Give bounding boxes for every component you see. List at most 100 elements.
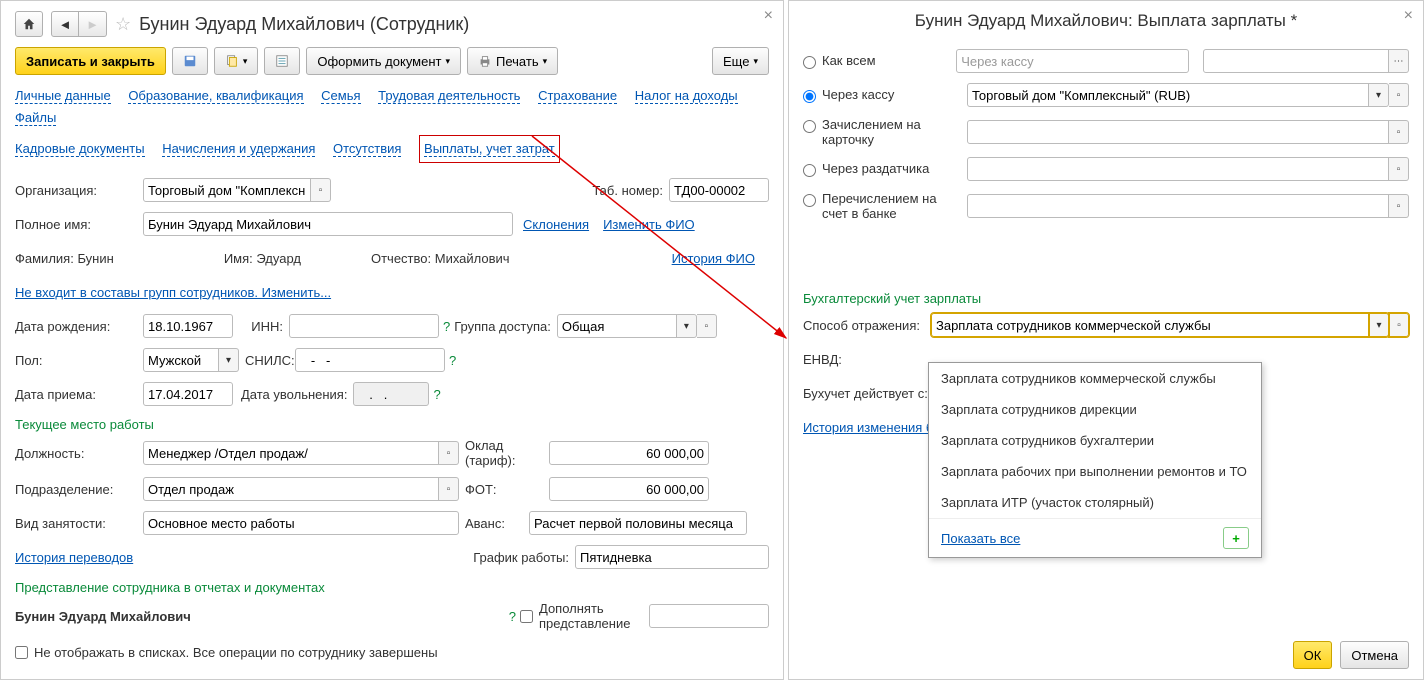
reflect-dropdown[interactable]: Зарплата сотрудников коммерческой службы… (928, 362, 1262, 558)
nav-files[interactable]: Файлы (15, 110, 56, 126)
radio-card[interactable]: Зачислением на карточку (803, 117, 953, 147)
open-icon[interactable]: ▫ (1389, 194, 1409, 218)
distributor-input[interactable] (967, 157, 1389, 181)
more-button[interactable]: Еще ▾ (712, 47, 769, 75)
back-button[interactable]: ◄ (51, 11, 79, 37)
open-icon[interactable]: ▫ (439, 441, 459, 465)
asall-input[interactable] (956, 49, 1189, 73)
list-button[interactable] (264, 47, 300, 75)
tabnum-input[interactable] (669, 178, 769, 202)
valid-from-label: Бухучет действует с: (803, 386, 931, 401)
nav-insurance[interactable]: Страхование (538, 88, 617, 104)
create-doc-button[interactable]: Оформить документ ▾ (306, 47, 461, 75)
open-icon[interactable]: ▫ (1389, 157, 1409, 181)
dropdown-item[interactable]: Зарплата сотрудников бухгалтерии (929, 425, 1261, 456)
fio-history-link[interactable]: История ФИО (672, 251, 755, 266)
bank-input[interactable] (967, 194, 1389, 218)
ok-button[interactable]: ОК (1293, 641, 1333, 669)
schedule-label: График работы: (473, 550, 569, 565)
nav-work[interactable]: Трудовая деятельность (378, 88, 520, 104)
patronymic-label: Отчество: Михайлович (371, 251, 510, 266)
inn-label: ИНН: (233, 319, 289, 334)
close-icon[interactable]: × (1404, 7, 1413, 25)
schedule-input[interactable] (575, 545, 769, 569)
help-icon[interactable]: ? (509, 609, 516, 624)
snils-input[interactable] (295, 348, 445, 372)
employment-input[interactable] (143, 511, 459, 535)
cash-input[interactable] (967, 83, 1369, 107)
dept-input[interactable] (143, 477, 439, 501)
card-input[interactable] (967, 120, 1389, 144)
org-input[interactable] (143, 178, 311, 202)
access-input[interactable] (557, 314, 677, 338)
dropdown-item[interactable]: Зарплата ИТР (участок столярный) (929, 487, 1261, 518)
chevron-down-icon[interactable]: ▾ (219, 348, 239, 372)
org-open-icon[interactable]: ▫ (311, 178, 331, 202)
open-icon[interactable]: ▫ (439, 477, 459, 501)
copy-button[interactable]: ▾ (214, 47, 259, 75)
nav-personal[interactable]: Личные данные (15, 88, 111, 104)
hire-label: Дата приема: (15, 387, 143, 402)
acct-section-title: Бухгалтерский учет зарплаты (803, 291, 1409, 306)
salary-input[interactable] (549, 441, 709, 465)
radio-distributor[interactable]: Через раздатчика (803, 161, 953, 177)
help-icon[interactable]: ? (443, 319, 450, 334)
fot-input[interactable] (549, 477, 709, 501)
salary-label: Оклад (тариф): (459, 438, 549, 468)
suppl-input[interactable] (649, 604, 769, 628)
dob-input[interactable] (143, 314, 233, 338)
nav-hr-docs[interactable]: Кадровые документы (15, 141, 145, 157)
chevron-down-icon[interactable]: ▾ (1369, 313, 1389, 337)
radio-cash[interactable]: Через кассу (803, 87, 953, 103)
open-icon[interactable]: ▫ (1389, 120, 1409, 144)
reflect-input[interactable] (931, 313, 1369, 337)
open-icon[interactable]: ▫ (697, 314, 717, 338)
favorite-icon[interactable]: ☆ (115, 14, 131, 35)
print-button[interactable]: Печать ▾ (467, 47, 558, 75)
hire-input[interactable] (143, 382, 233, 406)
add-button[interactable]: + (1223, 527, 1249, 549)
nav-family[interactable]: Семья (321, 88, 360, 104)
radio-bank[interactable]: Перечислением на счет в банке (803, 191, 953, 221)
repr-name: Бунин Эдуард Михайлович (15, 609, 191, 624)
hide-checkbox[interactable] (15, 646, 28, 659)
asall-extra-input[interactable] (1203, 49, 1389, 73)
no-group-link[interactable]: Не входит в составы групп сотрудников. И… (15, 285, 331, 300)
history-link[interactable]: История изменения бу (803, 420, 940, 435)
dob-label: Дата рождения: (15, 319, 143, 334)
suppl-checkbox[interactable] (520, 610, 533, 623)
dropdown-item[interactable]: Зарплата сотрудников коммерческой службы (929, 363, 1261, 394)
nav-tax[interactable]: Налог на доходы (635, 88, 738, 104)
home-button[interactable] (15, 11, 43, 37)
nav-education[interactable]: Образование, квалификация (128, 88, 303, 104)
show-all-link[interactable]: Показать все (941, 531, 1020, 546)
advance-input[interactable] (529, 511, 747, 535)
fullname-label: Полное имя: (15, 217, 143, 232)
declensions-link[interactable]: Склонения (523, 217, 589, 232)
reflect-label: Способ отражения: (803, 318, 931, 333)
save-button[interactable] (172, 47, 208, 75)
position-input[interactable] (143, 441, 439, 465)
close-icon[interactable]: × (764, 7, 773, 25)
fullname-input[interactable] (143, 212, 513, 236)
help-icon[interactable]: ? (433, 387, 440, 402)
chevron-down-icon[interactable]: ▾ (1369, 83, 1389, 107)
save-close-button[interactable]: Записать и закрыть (15, 47, 166, 75)
transfer-history-link[interactable]: История переводов (15, 550, 133, 565)
help-icon[interactable]: ? (449, 353, 456, 368)
change-fio-link[interactable]: Изменить ФИО (603, 217, 695, 232)
dropdown-item[interactable]: Зарплата рабочих при выполнении ремонтов… (929, 456, 1261, 487)
open-icon[interactable]: ▫ (1389, 313, 1409, 337)
inn-input[interactable] (289, 314, 439, 338)
open-icon[interactable]: ▫ (1389, 83, 1409, 107)
open-icon[interactable]: ⋯ (1389, 49, 1409, 73)
gender-input[interactable] (143, 348, 219, 372)
forward-button[interactable]: ► (79, 11, 107, 37)
cancel-button[interactable]: Отмена (1340, 641, 1409, 669)
radio-as-all[interactable]: Как всем (803, 53, 942, 69)
chevron-down-icon[interactable]: ▾ (677, 314, 697, 338)
nav-payments-highlighted[interactable]: Выплаты, учет затрат (419, 135, 560, 163)
dropdown-item[interactable]: Зарплата сотрудников дирекции (929, 394, 1261, 425)
nav-absences[interactable]: Отсутствия (333, 141, 401, 157)
nav-accruals[interactable]: Начисления и удержания (162, 141, 315, 157)
